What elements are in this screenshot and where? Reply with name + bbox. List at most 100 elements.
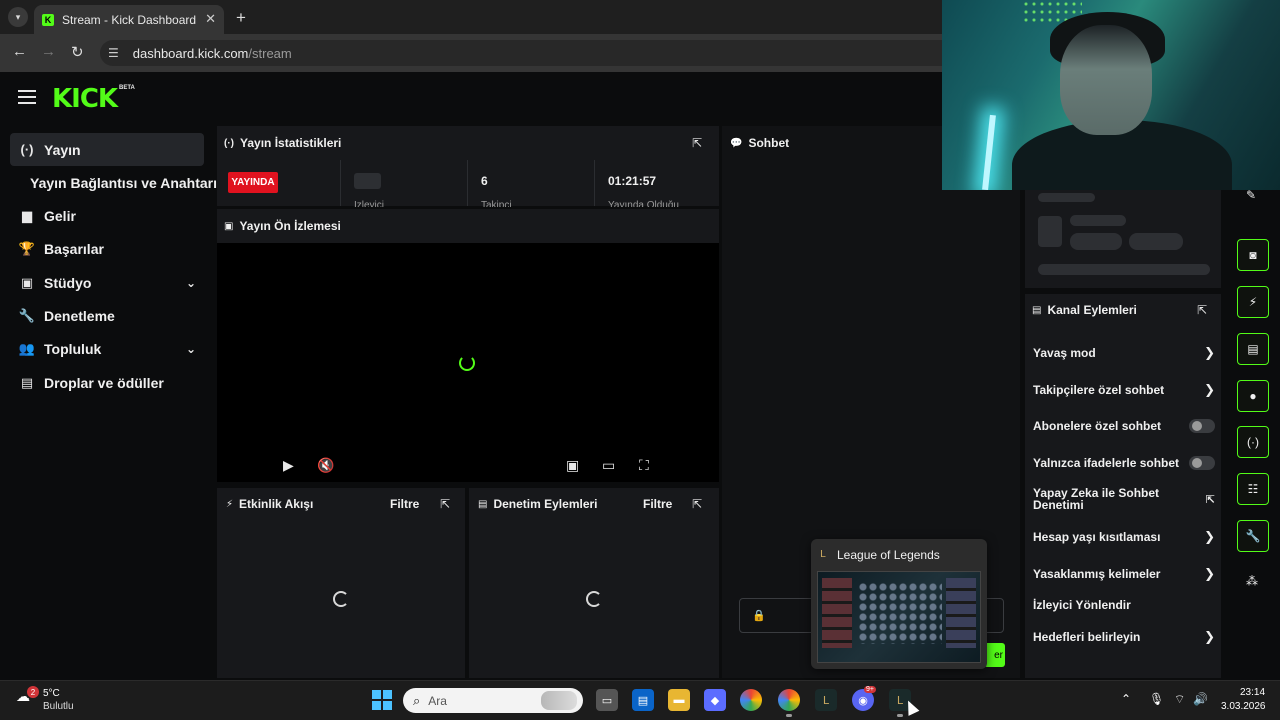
sidebar-item-droplar[interactable]: ▤ Droplar ve ödüller xyxy=(10,366,204,399)
taskbar-search[interactable]: ⌕ Ara xyxy=(403,688,583,713)
microphone-icon[interactable]: 🎙 xyxy=(1149,692,1164,706)
back-icon[interactable]: ← xyxy=(12,43,27,60)
popout-icon[interactable]: ⇱ xyxy=(1197,303,1207,317)
tab-search-icon[interactable]: ▾ xyxy=(8,7,28,27)
clock-date[interactable]: 3.03.2026 xyxy=(1221,701,1266,712)
filter-button[interactable]: Filtre xyxy=(643,497,672,511)
pip-icon[interactable]: ▣ xyxy=(566,457,579,474)
layout-icon[interactable]: ☷ xyxy=(1237,473,1269,505)
league-icon[interactable]: Ⅼ xyxy=(815,689,837,711)
chevron-down-icon[interactable]: ⌄ xyxy=(186,342,196,356)
clock-time[interactable]: 23:14 xyxy=(1240,687,1265,698)
chat-icon[interactable]: ● xyxy=(1237,380,1269,412)
search-placeholder: Ara xyxy=(428,693,447,708)
photos-icon[interactable] xyxy=(740,689,762,711)
sidebar-item-label: Gelir xyxy=(44,207,76,224)
chevron-right-icon: ❯ xyxy=(1204,629,1215,644)
sidebar-item-denetleme[interactable]: 🔧 Denetleme xyxy=(10,299,204,332)
filter-button[interactable]: Filtre xyxy=(390,497,419,511)
site-info-icon[interactable]: ☰ xyxy=(108,46,119,60)
action-label: Yasaklanmış kelimeler xyxy=(1033,567,1161,581)
action-label: Abonelere özel sohbet xyxy=(1033,419,1162,433)
weather-desc: Bulutlu xyxy=(43,701,74,712)
chevron-right-icon: ❯ xyxy=(1204,382,1215,397)
sidebar-item-topluluk[interactable]: 👥 Topluluk ⌄ xyxy=(10,332,204,365)
action-subscribers-only: Abonelere özel sohbet xyxy=(1033,419,1215,433)
fullscreen-icon[interactable]: ⛶ xyxy=(639,457,649,474)
theater-icon[interactable]: ▭ xyxy=(602,457,615,474)
followers-value: 6 xyxy=(481,174,488,188)
task-view-icon[interactable]: ▭ xyxy=(596,689,618,711)
chrome-icon[interactable] xyxy=(778,689,800,711)
address-bar[interactable]: ☰ dashboard.kick.com/stream xyxy=(100,40,960,66)
mute-icon[interactable]: 🔇 xyxy=(317,457,334,474)
popout-icon[interactable]: ⇱ xyxy=(692,497,702,511)
wrench-icon[interactable]: 🔧 xyxy=(1237,520,1269,552)
action-followers-only[interactable]: Takipçilere özel sohbet ❯ xyxy=(1033,382,1215,398)
store-icon[interactable]: ▤ xyxy=(632,689,654,711)
action-set-goals[interactable]: Hedefleri belirleyin ❯ xyxy=(1033,629,1215,645)
wrench-icon: 🔧 xyxy=(18,307,36,323)
skeleton-chip xyxy=(1070,233,1122,250)
weather-temp: 5°C xyxy=(43,688,60,699)
emotes-only-toggle[interactable] xyxy=(1189,456,1215,470)
webcam-overlay xyxy=(942,0,1280,190)
broadcast-icon[interactable]: (·) xyxy=(1237,426,1269,458)
app-icon[interactable]: ◆ xyxy=(704,689,726,711)
popout-icon[interactable]: ⇱ xyxy=(440,497,450,511)
pencil-icon[interactable]: ✎ xyxy=(1246,188,1256,202)
discord-badge: 9+ xyxy=(864,686,876,693)
preview-icon[interactable]: ◙ xyxy=(1237,239,1269,271)
subscribers-only-toggle[interactable] xyxy=(1189,419,1215,433)
preview-panel-header: ▣ Yayın Ön İzlemesi xyxy=(224,219,341,233)
trophy-icon: 🏆 xyxy=(18,240,36,256)
duration-value: 01:21:57 xyxy=(608,174,657,188)
sidebar-item-label: Topluluk xyxy=(44,340,102,357)
popout-icon[interactable]: ⇱ xyxy=(692,136,702,150)
sidebar-item-studyo[interactable]: ▣ Stüdyo ⌄ xyxy=(10,266,204,299)
chat-send-button[interactable]: er xyxy=(984,643,1005,667)
notes-icon: ▤ xyxy=(478,498,488,510)
play-icon[interactable]: ▶ xyxy=(283,457,294,474)
forward-icon[interactable]: → xyxy=(41,43,56,60)
sidebar-item-gelir[interactable]: ▆ Gelir xyxy=(10,199,204,232)
stat-divider xyxy=(340,160,341,206)
followers-label: Takipçi xyxy=(481,200,512,207)
activity-feed-panel xyxy=(217,488,465,678)
browser-tab[interactable]: K Stream - Kick Dashboard ✕ xyxy=(34,5,224,34)
layout-icon: ▤ xyxy=(1032,304,1042,316)
close-tab-icon[interactable]: ✕ xyxy=(205,11,216,27)
loading-spinner-icon xyxy=(459,355,475,371)
action-banned-words[interactable]: Yasaklanmış kelimeler ❯ xyxy=(1033,566,1215,582)
reload-icon[interactable]: ↻ xyxy=(71,43,84,61)
chevron-down-icon[interactable]: ⌄ xyxy=(186,276,196,290)
windows-start-icon[interactable] xyxy=(372,690,392,710)
sidebar-item-basarilar[interactable]: 🏆 Başarılar xyxy=(10,232,204,265)
lightning-icon[interactable]: ⚡ xyxy=(1237,286,1269,318)
stat-divider xyxy=(467,160,468,206)
action-account-age[interactable]: Hesap yaşı kısıtlaması ❯ xyxy=(1033,529,1215,545)
extensions-icon[interactable]: ⁂ xyxy=(1246,574,1258,588)
mod-panel-header: ▤ Denetim Eylemleri xyxy=(478,497,598,511)
menu-icon[interactable] xyxy=(18,90,36,104)
action-ai-moderation[interactable]: Yapay Zeka ile Sohbet Denetimi ⇱ xyxy=(1033,487,1215,511)
volume-icon[interactable]: 🔊 xyxy=(1193,692,1208,706)
sidebar-item-label: Droplar ve ödüller xyxy=(44,374,164,391)
window-thumbnail[interactable] xyxy=(817,571,981,663)
chat-icon: 💬 xyxy=(730,137,743,149)
notes-icon[interactable]: ▤ xyxy=(1237,333,1269,365)
sidebar-item-yayin[interactable]: (·) Yayın xyxy=(10,133,204,166)
chevron-up-icon[interactable]: ⌃ xyxy=(1121,692,1131,706)
new-tab-icon[interactable]: + xyxy=(236,8,246,28)
wifi-icon[interactable]: ⌔ xyxy=(1174,692,1185,707)
sidebar-item-stream-key[interactable]: Yayın Bağlantısı ve Anahtarı xyxy=(24,166,218,199)
action-raid[interactable]: İzleyici Yönlendir xyxy=(1033,598,1215,612)
kick-logo[interactable]: KICK xyxy=(52,84,118,114)
tab-title: Stream - Kick Dashboard xyxy=(62,12,197,27)
lightning-icon: ⚡ xyxy=(226,498,234,510)
chevron-right-icon: ❯ xyxy=(1204,345,1215,360)
skeleton-line xyxy=(1070,215,1126,226)
sidebar-item-label: Stüdyo xyxy=(44,274,92,291)
file-explorer-icon[interactable]: ▬ xyxy=(668,689,690,711)
action-slow-mode[interactable]: Yavaş mod ❯ xyxy=(1033,345,1215,361)
